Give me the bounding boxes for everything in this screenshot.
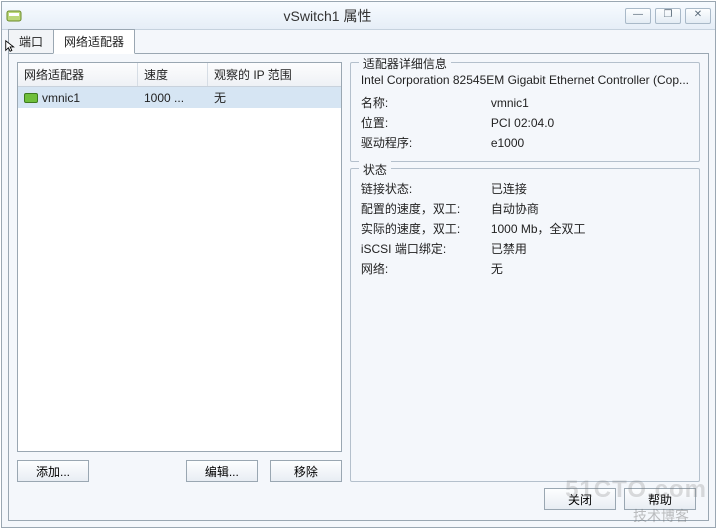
- status-title: 状态: [359, 161, 391, 178]
- minimize-button[interactable]: —: [625, 8, 651, 24]
- label-location: 位置:: [361, 113, 491, 133]
- tab-strip: 端口 网络适配器: [8, 32, 709, 54]
- right-panel: 适配器详细信息 Intel Corporation 82545EM Gigabi…: [350, 62, 700, 482]
- label-driver: 驱动程序:: [361, 133, 491, 153]
- close-window-button[interactable]: ✕: [685, 8, 711, 24]
- adapter-details-group: 适配器详细信息 Intel Corporation 82545EM Gigabi…: [350, 62, 700, 162]
- value-network: 无: [491, 259, 689, 279]
- tab-network-adapters[interactable]: 网络适配器: [53, 29, 135, 54]
- label-act-speed: 实际的速度，双工:: [361, 219, 491, 239]
- left-panel: 网络适配器 速度 观察的 IP 范围 vmnic1 1000 ...: [17, 62, 342, 482]
- left-button-row: 添加... 编辑... 移除: [17, 460, 342, 482]
- controller-name: Intel Corporation 82545EM Gigabit Ethern…: [361, 73, 689, 87]
- adapter-details-title: 适配器详细信息: [359, 55, 451, 72]
- row-name: vmnic1: [42, 91, 80, 105]
- label-iscsi: iSCSI 端口绑定:: [361, 239, 491, 259]
- dialog-window: vSwitch1 属性 — ❐ ✕ 端口 网络适配器 网络适配器 速度 观察的 …: [1, 1, 716, 528]
- add-button[interactable]: 添加...: [17, 460, 89, 482]
- client-area: 端口 网络适配器 网络适配器 速度 观察的 IP 范围: [2, 30, 715, 527]
- value-driver: e1000: [491, 133, 689, 153]
- maximize-button[interactable]: ❐: [655, 8, 681, 24]
- value-cfg-speed: 自动协商: [491, 199, 689, 219]
- remove-button[interactable]: 移除: [270, 460, 342, 482]
- label-name: 名称:: [361, 93, 491, 113]
- row-range: 无: [208, 89, 341, 106]
- list-row[interactable]: vmnic1 1000 ... 无: [18, 87, 341, 108]
- value-location: PCI 02:04.0: [491, 113, 689, 133]
- titlebar[interactable]: vSwitch1 属性 — ❐ ✕: [2, 2, 715, 30]
- tab-content: 网络适配器 速度 观察的 IP 范围 vmnic1 1000 ...: [8, 53, 709, 521]
- label-cfg-speed: 配置的速度，双工:: [361, 199, 491, 219]
- app-icon: [6, 8, 22, 24]
- dialog-footer: 关闭 帮助: [17, 482, 700, 512]
- header-name[interactable]: 网络适配器: [18, 63, 138, 86]
- value-iscsi: 已禁用: [491, 239, 689, 259]
- window-title: vSwitch1 属性: [30, 6, 625, 26]
- row-speed: 1000 ...: [138, 91, 208, 105]
- window-controls: — ❐ ✕: [625, 8, 711, 24]
- tab-ports[interactable]: 端口: [8, 29, 54, 54]
- value-link: 已连接: [491, 179, 689, 199]
- value-name: vmnic1: [491, 93, 689, 113]
- header-speed[interactable]: 速度: [138, 63, 208, 86]
- edit-button[interactable]: 编辑...: [186, 460, 258, 482]
- close-button[interactable]: 关闭: [544, 488, 616, 510]
- value-act-speed: 1000 Mb，全双工: [491, 219, 689, 239]
- list-body: vmnic1 1000 ... 无: [18, 87, 341, 451]
- label-link: 链接状态:: [361, 179, 491, 199]
- help-button[interactable]: 帮助: [624, 488, 696, 510]
- nic-icon: [24, 93, 38, 103]
- status-group: 状态 链接状态:已连接 配置的速度，双工:自动协商 实际的速度，双工:1000 …: [350, 168, 700, 482]
- list-header[interactable]: 网络适配器 速度 观察的 IP 范围: [18, 63, 341, 87]
- header-range[interactable]: 观察的 IP 范围: [208, 63, 341, 86]
- label-network: 网络:: [361, 259, 491, 279]
- adapter-list[interactable]: 网络适配器 速度 观察的 IP 范围 vmnic1 1000 ...: [17, 62, 342, 452]
